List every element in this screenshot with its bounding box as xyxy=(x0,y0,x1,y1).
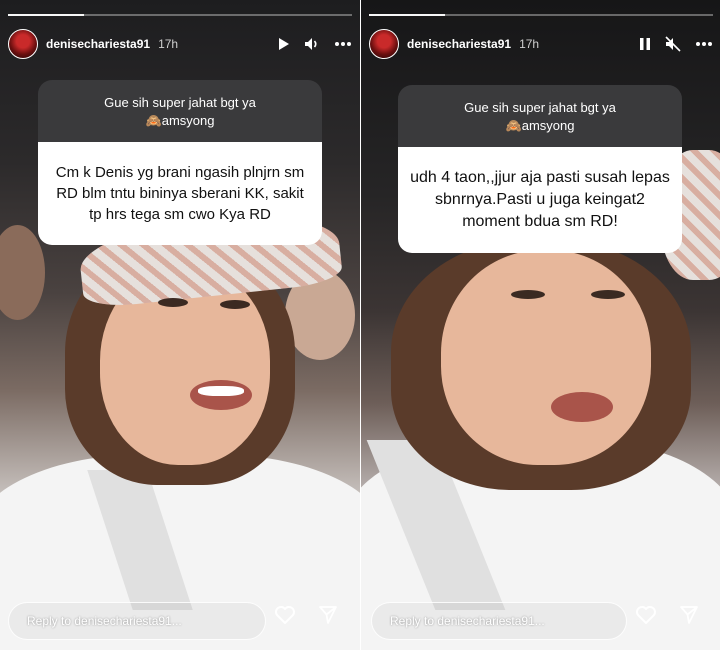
answer-text: udh 4 taon,,jjur aja pasti susah lepas s… xyxy=(398,147,682,253)
reply-placeholder: Reply to denisechariesta91... xyxy=(390,614,545,628)
progress-fill xyxy=(8,14,84,16)
person-teeth xyxy=(198,386,244,396)
story-panel-right[interactable]: denisechariesta91 17h Gue sih super jaha… xyxy=(361,0,720,650)
bottom-actions xyxy=(635,605,699,630)
person-eye xyxy=(220,300,250,309)
reply-input[interactable]: Reply to denisechariesta91... xyxy=(8,602,266,640)
heart-icon[interactable] xyxy=(274,605,296,630)
reply-placeholder: Reply to denisechariesta91... xyxy=(27,614,182,628)
mute-icon[interactable] xyxy=(665,36,681,52)
username[interactable]: denisechariesta91 xyxy=(407,37,511,51)
question-sub: 🙈amsyong xyxy=(505,118,575,133)
story-panel-left[interactable]: denisechariesta91 17h Gue sih super jaha… xyxy=(0,0,360,650)
progress-fill xyxy=(369,14,445,16)
question-sub: 🙈amsyong xyxy=(145,113,215,128)
story-header: denisechariesta91 17h xyxy=(369,29,713,59)
avatar[interactable] xyxy=(8,29,38,59)
question-sticker: Gue sih super jahat bgt ya 🙈amsyong udh … xyxy=(398,85,682,253)
reply-input[interactable]: Reply to denisechariesta91... xyxy=(371,602,627,640)
more-icon[interactable] xyxy=(695,41,713,47)
story-header: denisechariesta91 17h xyxy=(8,29,352,59)
avatar[interactable] xyxy=(369,29,399,59)
person-eye xyxy=(158,298,188,307)
answer-text: Cm k Denis yg brani ngasih plnjrn sm RD … xyxy=(38,142,322,245)
play-icon[interactable] xyxy=(276,37,290,51)
bottom-actions xyxy=(274,605,338,630)
question-header: Gue sih super jahat bgt ya 🙈amsyong xyxy=(38,80,322,142)
question-header: Gue sih super jahat bgt ya 🙈amsyong xyxy=(398,85,682,147)
send-icon[interactable] xyxy=(318,605,338,630)
story-controls xyxy=(639,36,713,52)
question-sticker: Gue sih super jahat bgt ya 🙈amsyong Cm k… xyxy=(38,80,322,245)
person-eye xyxy=(511,290,545,299)
heart-icon[interactable] xyxy=(635,605,657,630)
story-controls xyxy=(276,37,352,51)
person-mouth xyxy=(551,392,613,422)
question-text: Gue sih super jahat bgt ya xyxy=(464,100,616,115)
pause-icon[interactable] xyxy=(639,37,651,51)
volume-icon[interactable] xyxy=(304,37,320,51)
story-progress-bar xyxy=(369,14,713,16)
question-text: Gue sih super jahat bgt ya xyxy=(104,95,256,110)
username[interactable]: denisechariesta91 xyxy=(46,37,150,51)
more-icon[interactable] xyxy=(334,41,352,47)
post-time: 17h xyxy=(158,37,179,51)
send-icon[interactable] xyxy=(679,605,699,630)
story-progress-bar xyxy=(8,14,352,16)
person-face xyxy=(441,250,651,465)
post-time: 17h xyxy=(519,37,540,51)
person-eye xyxy=(591,290,625,299)
